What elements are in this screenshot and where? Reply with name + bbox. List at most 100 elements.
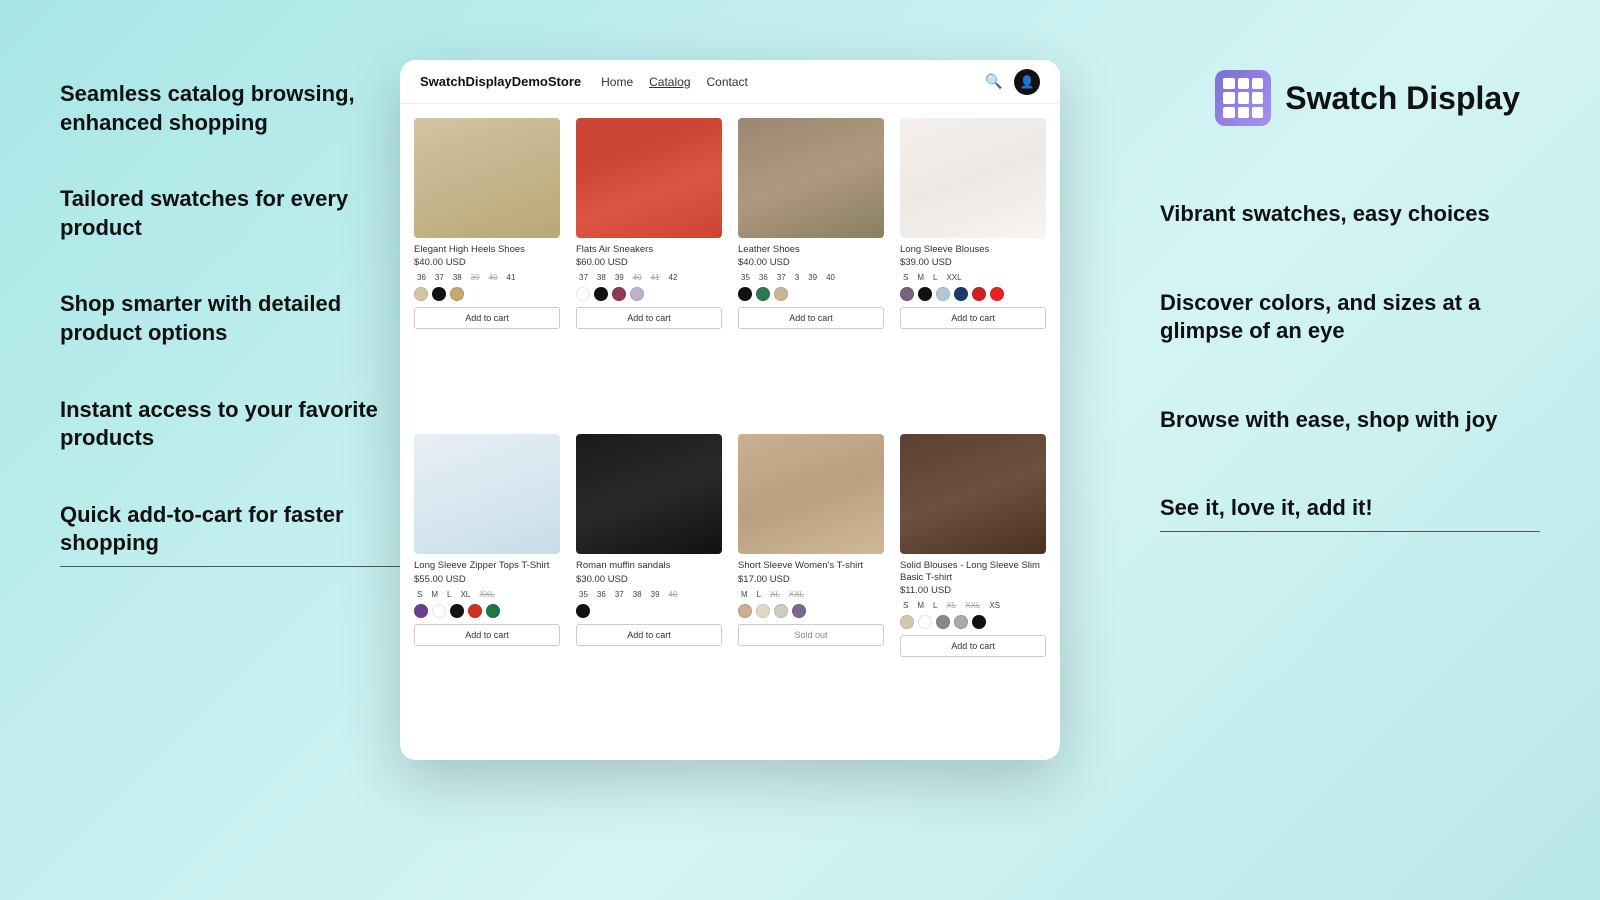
size-tag-41[interactable]: 41	[648, 272, 663, 283]
color-row-p5	[414, 604, 560, 618]
size-tag-M[interactable]: M	[914, 272, 927, 283]
brand-icon-cell	[1238, 92, 1249, 103]
color-swatch-p8-4[interactable]	[972, 615, 986, 629]
size-tag-36[interactable]: 36	[594, 589, 609, 600]
right-feature-1-text: Vibrant swatches, easy choices	[1160, 200, 1540, 229]
size-tag-3[interactable]: 3	[792, 272, 802, 283]
color-swatch-p4-2[interactable]	[936, 287, 950, 301]
size-tag-37[interactable]: 37	[432, 272, 447, 283]
color-swatch-p4-0[interactable]	[900, 287, 914, 301]
size-tag-35[interactable]: 35	[576, 589, 591, 600]
color-swatch-p5-2[interactable]	[450, 604, 464, 618]
product-image-p3	[738, 118, 884, 238]
size-tag-35[interactable]: 35	[738, 272, 753, 283]
size-tag-XXL[interactable]: XXL	[476, 589, 497, 600]
color-swatch-p2-2[interactable]	[612, 287, 626, 301]
size-tag-M[interactable]: M	[914, 600, 927, 611]
color-swatch-p7-0[interactable]	[738, 604, 752, 618]
size-tag-37[interactable]: 37	[774, 272, 789, 283]
size-tag-39[interactable]: 39	[468, 272, 483, 283]
size-tag-39[interactable]: 39	[648, 589, 663, 600]
size-tag-40[interactable]: 40	[486, 272, 501, 283]
size-tag-M[interactable]: M	[428, 589, 441, 600]
size-tag-L[interactable]: L	[754, 589, 764, 600]
color-swatch-p3-0[interactable]	[738, 287, 752, 301]
size-tag-36[interactable]: 36	[414, 272, 429, 283]
color-swatch-p4-5[interactable]	[990, 287, 1004, 301]
color-swatch-p5-3[interactable]	[468, 604, 482, 618]
color-swatch-p4-3[interactable]	[954, 287, 968, 301]
color-swatch-p1-2[interactable]	[450, 287, 464, 301]
size-tag-S[interactable]: S	[414, 589, 425, 600]
add-to-cart-button-p2[interactable]: Add to cart	[576, 307, 722, 329]
color-swatch-p8-0[interactable]	[900, 615, 914, 629]
size-tag-XXL[interactable]: XXL	[786, 589, 807, 600]
size-tag-L[interactable]: L	[930, 272, 940, 283]
color-swatch-p7-2[interactable]	[774, 604, 788, 618]
nav-home[interactable]: Home	[601, 75, 633, 89]
add-to-cart-button-p6[interactable]: Add to cart	[576, 624, 722, 646]
size-tag-40[interactable]: 40	[630, 272, 645, 283]
size-tag-S[interactable]: S	[900, 600, 911, 611]
size-tag-40[interactable]: 40	[666, 589, 681, 600]
size-tag-XXL[interactable]: XXL	[943, 272, 964, 283]
color-swatch-p5-4[interactable]	[486, 604, 500, 618]
size-tag-36[interactable]: 36	[756, 272, 771, 283]
product-card-p2: Flats Air Sneakers$60.00 USD373839404142…	[570, 112, 728, 424]
color-swatch-p7-1[interactable]	[756, 604, 770, 618]
size-tag-XL[interactable]: XL	[767, 589, 783, 600]
product-grid: Elegant High Heels Shoes$40.00 USD363738…	[400, 104, 1060, 760]
size-tag-38[interactable]: 38	[630, 589, 645, 600]
add-to-cart-button-p1[interactable]: Add to cart	[414, 307, 560, 329]
size-tag-S[interactable]: S	[900, 272, 911, 283]
color-swatch-p4-1[interactable]	[918, 287, 932, 301]
add-to-cart-button-p3[interactable]: Add to cart	[738, 307, 884, 329]
size-tag-40[interactable]: 40	[823, 272, 838, 283]
size-tag-39[interactable]: 39	[805, 272, 820, 283]
size-tag-L[interactable]: L	[930, 600, 940, 611]
add-to-cart-button-p5[interactable]: Add to cart	[414, 624, 560, 646]
nav-contact[interactable]: Contact	[707, 75, 748, 89]
product-price-p3: $40.00 USD	[738, 257, 884, 268]
nav-catalog[interactable]: Catalog	[649, 75, 690, 89]
add-to-cart-button-p8[interactable]: Add to cart	[900, 635, 1046, 657]
size-tag-42[interactable]: 42	[666, 272, 681, 283]
size-tag-L[interactable]: L	[444, 589, 454, 600]
color-swatch-p2-0[interactable]	[576, 287, 590, 301]
color-swatch-p1-0[interactable]	[414, 287, 428, 301]
right-panel: Vibrant swatches, easy choices Discover …	[1160, 200, 1540, 592]
size-tag-XL[interactable]: XL	[457, 589, 473, 600]
left-feature-2-text: Tailored swatches for every product	[60, 185, 420, 242]
color-swatch-p6-0[interactable]	[576, 604, 590, 618]
color-swatch-p3-1[interactable]	[756, 287, 770, 301]
size-tag-XS[interactable]: XS	[986, 600, 1003, 611]
search-icon[interactable]: 🔍	[984, 72, 1004, 92]
color-swatch-p8-3[interactable]	[954, 615, 968, 629]
color-swatch-p5-1[interactable]	[432, 604, 446, 618]
cart-icon[interactable]: 👤	[1014, 69, 1040, 95]
size-tag-37[interactable]: 37	[612, 589, 627, 600]
browser-nav: SwatchDisplayDemoStore Home Catalog Cont…	[400, 60, 1060, 104]
left-feature-2: Tailored swatches for every product	[60, 185, 420, 242]
size-tag-38[interactable]: 38	[450, 272, 465, 283]
color-swatch-p7-3[interactable]	[792, 604, 806, 618]
size-tag-37[interactable]: 37	[576, 272, 591, 283]
size-row-p6: 353637383940	[576, 589, 722, 600]
color-swatch-p2-3[interactable]	[630, 287, 644, 301]
size-row-p1: 363738394041	[414, 272, 560, 283]
color-swatch-p5-0[interactable]	[414, 604, 428, 618]
color-swatch-p4-4[interactable]	[972, 287, 986, 301]
color-swatch-p3-2[interactable]	[774, 287, 788, 301]
size-tag-XXL[interactable]: XXL	[962, 600, 983, 611]
color-swatch-p8-1[interactable]	[918, 615, 932, 629]
size-tag-39[interactable]: 39	[612, 272, 627, 283]
size-tag-38[interactable]: 38	[594, 272, 609, 283]
add-to-cart-button-p4[interactable]: Add to cart	[900, 307, 1046, 329]
size-tag-M[interactable]: M	[738, 589, 751, 600]
size-row-p4: SMLXXL	[900, 272, 1046, 283]
color-swatch-p2-1[interactable]	[594, 287, 608, 301]
color-swatch-p8-2[interactable]	[936, 615, 950, 629]
color-swatch-p1-1[interactable]	[432, 287, 446, 301]
size-tag-41[interactable]: 41	[504, 272, 519, 283]
size-tag-XL[interactable]: XL	[943, 600, 959, 611]
